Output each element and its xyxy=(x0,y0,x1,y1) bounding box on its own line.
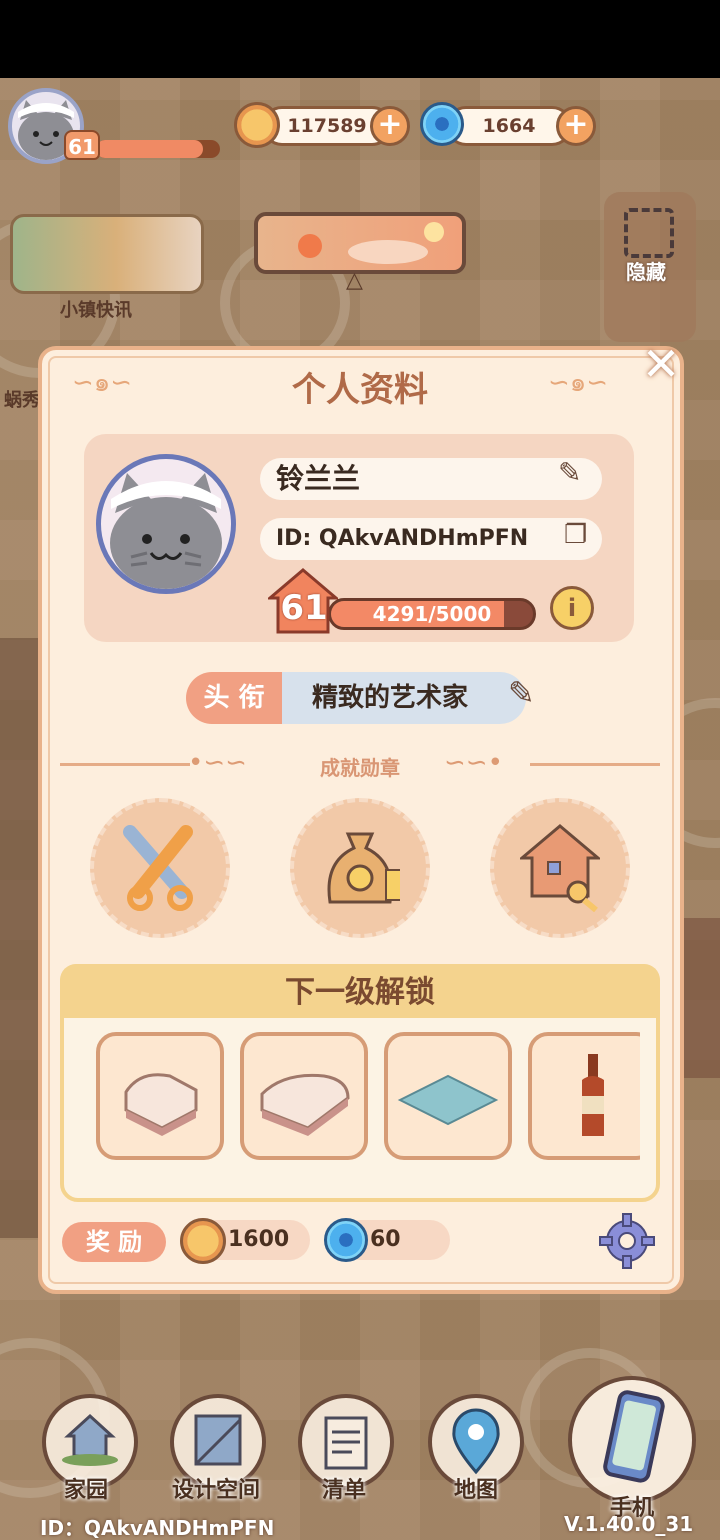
player-title: 精致的艺术家 xyxy=(282,672,526,724)
title-tag: 头 衔 xyxy=(186,672,282,724)
unlock-item[interactable] xyxy=(240,1032,368,1160)
nav-phone-button[interactable] xyxy=(568,1376,696,1504)
profile-xp-text: 4291/5000 xyxy=(372,602,492,626)
hide-ui-label[interactable]: 隐藏 xyxy=(626,256,666,285)
unlock-item[interactable] xyxy=(528,1032,640,1160)
player-id: ID: QAkvANDHmPFN xyxy=(260,518,602,560)
nav-map-label: 地图 xyxy=(454,1478,499,1503)
nav-home-label: 家园 xyxy=(64,1478,109,1503)
unlock-item[interactable] xyxy=(384,1032,512,1160)
phone-icon xyxy=(603,1390,665,1483)
unlock-items-carousel[interactable] xyxy=(96,1028,640,1166)
house-key-icon xyxy=(520,824,600,912)
edit-name-icon[interactable]: ✎ xyxy=(558,456,581,489)
player-level-badge: 61 xyxy=(64,130,100,160)
money-bag-icon xyxy=(327,832,400,904)
player-xp-fill xyxy=(96,140,203,158)
gem-icon xyxy=(420,102,464,146)
section-divider xyxy=(530,763,660,766)
town-news-card[interactable] xyxy=(10,214,204,294)
gem-icon xyxy=(324,1218,368,1262)
scissors-icon xyxy=(123,825,193,911)
weather-pointer-icon: △ xyxy=(346,268,363,293)
rug-icon xyxy=(397,1074,499,1126)
chair-icon xyxy=(124,1073,198,1136)
next-unlock-label: 下一级解锁 xyxy=(60,964,660,1018)
coin-icon xyxy=(180,1218,226,1264)
nav-design-label: 设计空间 xyxy=(172,1478,261,1503)
copy-id-icon[interactable]: ❐ xyxy=(564,520,587,550)
achievement-badge[interactable] xyxy=(480,798,640,938)
achievement-badge[interactable] xyxy=(280,798,440,938)
profile-avatar[interactable] xyxy=(96,454,236,594)
fullscreen-icon[interactable] xyxy=(624,208,674,258)
unlock-item[interactable] xyxy=(96,1032,224,1160)
sofa-icon xyxy=(260,1073,350,1136)
reward-label: 奖 励 xyxy=(62,1222,166,1262)
bottle-icon xyxy=(582,1054,604,1136)
buy-gems-button[interactable]: + xyxy=(556,106,596,146)
footer-player-id: ID：QAkvANDHmPFN xyxy=(40,1516,275,1540)
settings-gear-icon[interactable] xyxy=(598,1212,656,1270)
level-info-button[interactable]: i xyxy=(550,586,594,630)
achievements-label: 成就勋章 xyxy=(320,756,400,780)
town-news-label: 小镇快讯 xyxy=(60,300,132,321)
player-name: 铃兰兰 xyxy=(260,458,602,500)
panel-title: 个人资料 xyxy=(292,370,428,410)
cat-avatar-icon xyxy=(110,473,222,589)
app-version: V.1.40.0_31 xyxy=(564,1512,694,1536)
coin-icon xyxy=(234,102,280,148)
edit-title-icon[interactable]: ✎ xyxy=(508,674,535,712)
profile-level: 61 xyxy=(280,588,328,628)
nav-list-label: 清单 xyxy=(322,1478,367,1503)
weather-icon xyxy=(298,222,444,264)
section-ornament-right-icon: ∽∽• xyxy=(444,748,503,778)
gem-counter: 1664 xyxy=(446,106,572,146)
weather-widget[interactable] xyxy=(254,212,466,274)
buy-coins-button[interactable]: + xyxy=(370,106,410,146)
achievement-badge[interactable] xyxy=(80,798,240,938)
player-xp-bar xyxy=(96,140,220,158)
